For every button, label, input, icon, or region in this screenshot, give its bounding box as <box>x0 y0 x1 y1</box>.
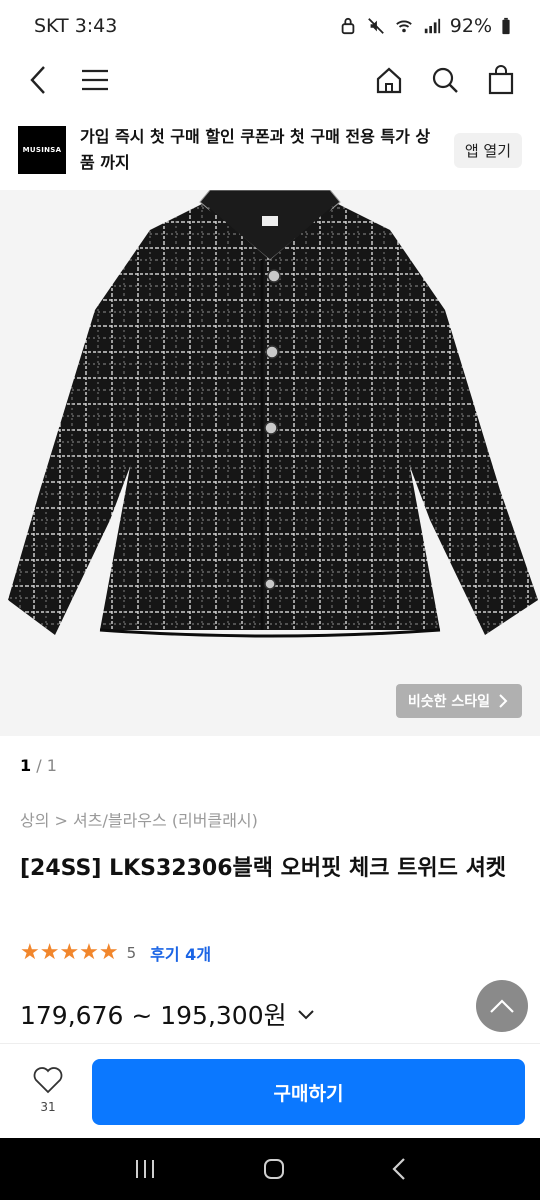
pager-total: / 1 <box>31 756 57 775</box>
status-time: SKT 3:43 <box>34 15 118 37</box>
hamburger-icon <box>82 69 108 91</box>
scroll-top-button[interactable] <box>476 980 528 1032</box>
breadcrumb[interactable]: 상의 > 셔츠/블라우스 (리버클래시) <box>20 807 258 831</box>
chevron-down-icon <box>297 1010 314 1020</box>
rating-stars: ★★★★★ <box>20 940 119 965</box>
image-pager: 1 / 1 <box>20 756 57 775</box>
home-icon <box>376 67 402 94</box>
search-button[interactable] <box>428 63 462 97</box>
cart-button[interactable] <box>484 63 518 97</box>
android-nav-bar <box>0 1138 540 1200</box>
similar-style-button[interactable]: 비슷한 스타일 <box>395 684 522 718</box>
lock-icon <box>341 17 355 35</box>
rating-row: ★★★★★ 5 후기 4개 <box>20 940 211 965</box>
home-circle-icon[interactable] <box>262 1157 286 1181</box>
price-row[interactable]: 179,676 ~ 195,300원 <box>20 996 315 1032</box>
search-icon <box>432 67 458 93</box>
menu-button[interactable] <box>78 63 112 97</box>
like-button[interactable]: 31 <box>30 1066 66 1114</box>
back-icon[interactable] <box>391 1157 407 1181</box>
banner-text: 가입 즉시 첫 구매 할인 쿠폰과 첫 구매 전용 특가 상품 까지 <box>80 127 431 172</box>
heart-icon <box>33 1067 63 1094</box>
chevron-right-icon <box>499 694 508 708</box>
battery-icon <box>502 17 510 35</box>
status-bar: SKT 3:43 92% <box>0 0 540 52</box>
back-button[interactable] <box>22 63 56 97</box>
chevron-up-icon <box>490 999 514 1013</box>
back-chevron-icon <box>30 66 45 94</box>
app-install-banner: MUSINSA 가입 즉시 첫 구매 할인 쿠폰과 첫 구매 전용 특가 상품 … <box>0 110 540 190</box>
buy-button[interactable]: 구매하기 <box>92 1059 525 1125</box>
tweed-jacket-image <box>8 190 538 638</box>
battery-percent: 92% <box>449 15 492 37</box>
pager-current: 1 <box>20 756 32 775</box>
open-app-button[interactable]: 앱 열기 <box>453 132 522 168</box>
reviews-link[interactable]: 후기 4개 <box>150 941 211 965</box>
product-image[interactable]: 비슷한 스타일 <box>0 190 540 736</box>
mute-icon <box>367 18 384 34</box>
musinsa-logo: MUSINSA <box>18 126 66 174</box>
shopping-bag-icon <box>488 65 514 95</box>
recent-apps-icon[interactable] <box>133 1158 157 1180</box>
wifi-icon <box>395 20 412 33</box>
price-range: 179,676 ~ 195,300원 <box>20 1001 287 1030</box>
top-nav <box>0 52 540 108</box>
status-icons: 92% <box>338 15 512 37</box>
home-button[interactable] <box>372 63 406 97</box>
like-count: 31 <box>40 1100 56 1114</box>
rating-score: 5 <box>126 943 137 962</box>
signal-icon <box>424 18 440 34</box>
bottom-purchase-bar: 31 구매하기 <box>0 1043 540 1138</box>
product-title: [24SS] LKS32306블랙 오버핏 체크 트위드 셔켓 <box>20 856 507 881</box>
